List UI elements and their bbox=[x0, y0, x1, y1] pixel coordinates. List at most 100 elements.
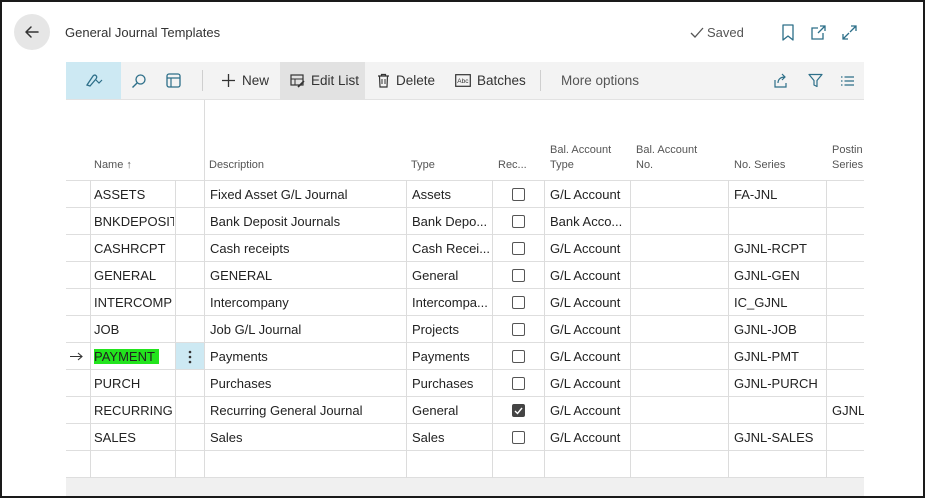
table-row[interactable]: CASHRCPT Cash receipts Cash Recei... G/L Ac… bbox=[66, 234, 864, 262]
cell-recurring[interactable] bbox=[512, 397, 532, 424]
cell-type: Intercompa... bbox=[412, 289, 490, 316]
checkbox-unchecked[interactable] bbox=[512, 215, 525, 228]
column-header-name[interactable]: Name ↑ bbox=[94, 158, 132, 173]
cell-type: General bbox=[412, 262, 490, 289]
column-header-type[interactable]: Type bbox=[411, 158, 435, 173]
cell-name[interactable]: PURCH bbox=[94, 370, 174, 397]
column-divider bbox=[406, 180, 407, 478]
cell-name[interactable]: PAYMENT bbox=[94, 343, 174, 370]
table-row[interactable]: PURCH Purchases Purchases G/L Account GJNL-P… bbox=[66, 369, 864, 397]
cell-text: Intercompany bbox=[210, 295, 289, 310]
search-button[interactable] bbox=[127, 62, 151, 99]
column-header-bal-account-no[interactable]: Bal. Account No. bbox=[636, 143, 697, 173]
journal-templates-grid: Name ↑ Description Type Rec... Bal. Acco… bbox=[66, 100, 864, 478]
cell-no-series: GJNL-JOB bbox=[734, 316, 824, 343]
cell-type: Bank Depo... bbox=[412, 208, 490, 235]
expand-button[interactable] bbox=[840, 23, 858, 41]
cell-recurring[interactable] bbox=[512, 235, 532, 262]
cell-recurring[interactable] bbox=[512, 262, 532, 289]
cell-description: Payments bbox=[210, 343, 402, 370]
cell-name[interactable]: BNKDEPOSIT bbox=[94, 208, 174, 235]
personalize-button[interactable] bbox=[163, 62, 183, 99]
cell-recurring[interactable] bbox=[512, 289, 532, 316]
cell-text: CASHRCPT bbox=[94, 241, 166, 256]
cell-recurring[interactable] bbox=[512, 370, 532, 397]
checkbox-unchecked[interactable] bbox=[512, 377, 525, 390]
more-options-button[interactable]: More options bbox=[561, 62, 639, 99]
cell-name[interactable]: SALES bbox=[94, 424, 174, 451]
row-actions-menu-button[interactable] bbox=[176, 343, 204, 370]
column-header-posting-no-series[interactable]: Postin Series bbox=[832, 143, 863, 173]
cell-recurring[interactable] bbox=[512, 181, 532, 208]
cell-bal-no bbox=[636, 397, 726, 424]
page-frame: General Journal Templates Saved New Edit… bbox=[0, 0, 925, 498]
cell-text: IC_GJNL bbox=[734, 295, 788, 310]
column-header-no-series[interactable]: No. Series bbox=[734, 158, 785, 173]
column-header-recurring[interactable]: Rec... bbox=[498, 158, 527, 173]
cell-name[interactable]: INTERCOMP bbox=[94, 289, 174, 316]
checkbox-unchecked[interactable] bbox=[512, 242, 525, 255]
edit-list-button[interactable]: Edit List bbox=[280, 62, 365, 99]
grid-header: Name ↑ Description Type Rec... Bal. Acco… bbox=[66, 100, 864, 180]
cell-type: Assets bbox=[412, 181, 490, 208]
table-row[interactable]: ASSETS Fixed Asset G/L Journal Assets G/L A… bbox=[66, 180, 864, 208]
checkbox-unchecked[interactable] bbox=[512, 350, 525, 363]
table-row[interactable]: BNKDEPOSIT Bank Deposit Journals Bank Depo… bbox=[66, 207, 864, 235]
cell-recurring[interactable] bbox=[512, 208, 532, 235]
cell-recurring[interactable] bbox=[512, 316, 532, 343]
cell-text: Bank Depo... bbox=[412, 214, 488, 229]
cell-text: GJNL-SALES bbox=[734, 430, 814, 445]
edit-list-icon bbox=[290, 74, 305, 88]
cell-text: G/L Account bbox=[550, 376, 621, 391]
table-row[interactable]: GENERAL GENERAL General G/L Account GJNL-GEN bbox=[66, 261, 864, 289]
filter-button[interactable] bbox=[806, 62, 824, 99]
table-row[interactable]: INTERCOMP Intercompany Intercompa... G/L Ac… bbox=[66, 288, 864, 316]
list-icon bbox=[840, 75, 854, 86]
cell-name[interactable]: RECURRING bbox=[94, 397, 174, 424]
table-row[interactable]: SALES Sales Sales G/L Account GJNL-SALES bbox=[66, 423, 864, 451]
cell-name[interactable]: ASSETS bbox=[94, 181, 174, 208]
delete-button[interactable]: Delete bbox=[377, 62, 435, 99]
cell-recurring[interactable] bbox=[512, 343, 532, 370]
cell-text: PAYMENT bbox=[94, 349, 159, 364]
share-button[interactable] bbox=[772, 62, 790, 99]
cell-text: G/L Account bbox=[550, 430, 621, 445]
cell-text: Payments bbox=[412, 349, 470, 364]
cell-text: Payments bbox=[210, 349, 268, 364]
cell-text: RECURRING bbox=[94, 403, 173, 418]
view-switcher-button[interactable] bbox=[66, 62, 121, 99]
cell-bal-no bbox=[636, 316, 726, 343]
table-row[interactable]: PAYMENT Payments Payments G/L Account GJNL-P… bbox=[66, 342, 864, 370]
cell-text: G/L Account bbox=[550, 241, 621, 256]
svg-text:Abc: Abc bbox=[457, 78, 469, 85]
checkbox-unchecked[interactable] bbox=[512, 269, 525, 282]
checkbox-unchecked[interactable] bbox=[512, 188, 525, 201]
cell-text: Purchases bbox=[412, 376, 474, 391]
table-row-empty[interactable] bbox=[66, 450, 864, 478]
bookmark-button[interactable] bbox=[779, 23, 797, 41]
cell-text: GJNL-JOB bbox=[734, 322, 797, 337]
cell-name[interactable]: CASHRCPT bbox=[94, 235, 174, 262]
cell-recurring[interactable] bbox=[512, 424, 532, 451]
table-row[interactable]: JOB Job G/L Journal Projects G/L Account GJN… bbox=[66, 315, 864, 343]
batches-button[interactable]: Abc Batches bbox=[455, 62, 526, 99]
checkmark-icon bbox=[514, 407, 523, 415]
list-view-button[interactable] bbox=[838, 62, 856, 99]
table-row[interactable]: RECURRING Recurring General Journal Genera… bbox=[66, 396, 864, 424]
cell-name[interactable]: JOB bbox=[94, 316, 174, 343]
checkbox-checked[interactable] bbox=[512, 404, 525, 417]
search-icon bbox=[132, 73, 146, 88]
checkbox-unchecked[interactable] bbox=[512, 431, 525, 444]
open-new-window-button[interactable] bbox=[809, 23, 827, 41]
check-icon bbox=[690, 27, 704, 38]
back-button[interactable] bbox=[14, 14, 50, 50]
cell-bal-type: G/L Account bbox=[550, 181, 628, 208]
column-header-description[interactable]: Description bbox=[209, 158, 264, 173]
new-button[interactable]: New bbox=[221, 62, 269, 99]
cell-name[interactable]: GENERAL bbox=[94, 262, 174, 289]
saved-status: Saved bbox=[690, 25, 744, 40]
checkbox-unchecked[interactable] bbox=[512, 296, 525, 309]
plus-icon bbox=[222, 74, 235, 87]
checkbox-unchecked[interactable] bbox=[512, 323, 525, 336]
column-header-bal-account-type[interactable]: Bal. Account Type bbox=[550, 143, 611, 173]
